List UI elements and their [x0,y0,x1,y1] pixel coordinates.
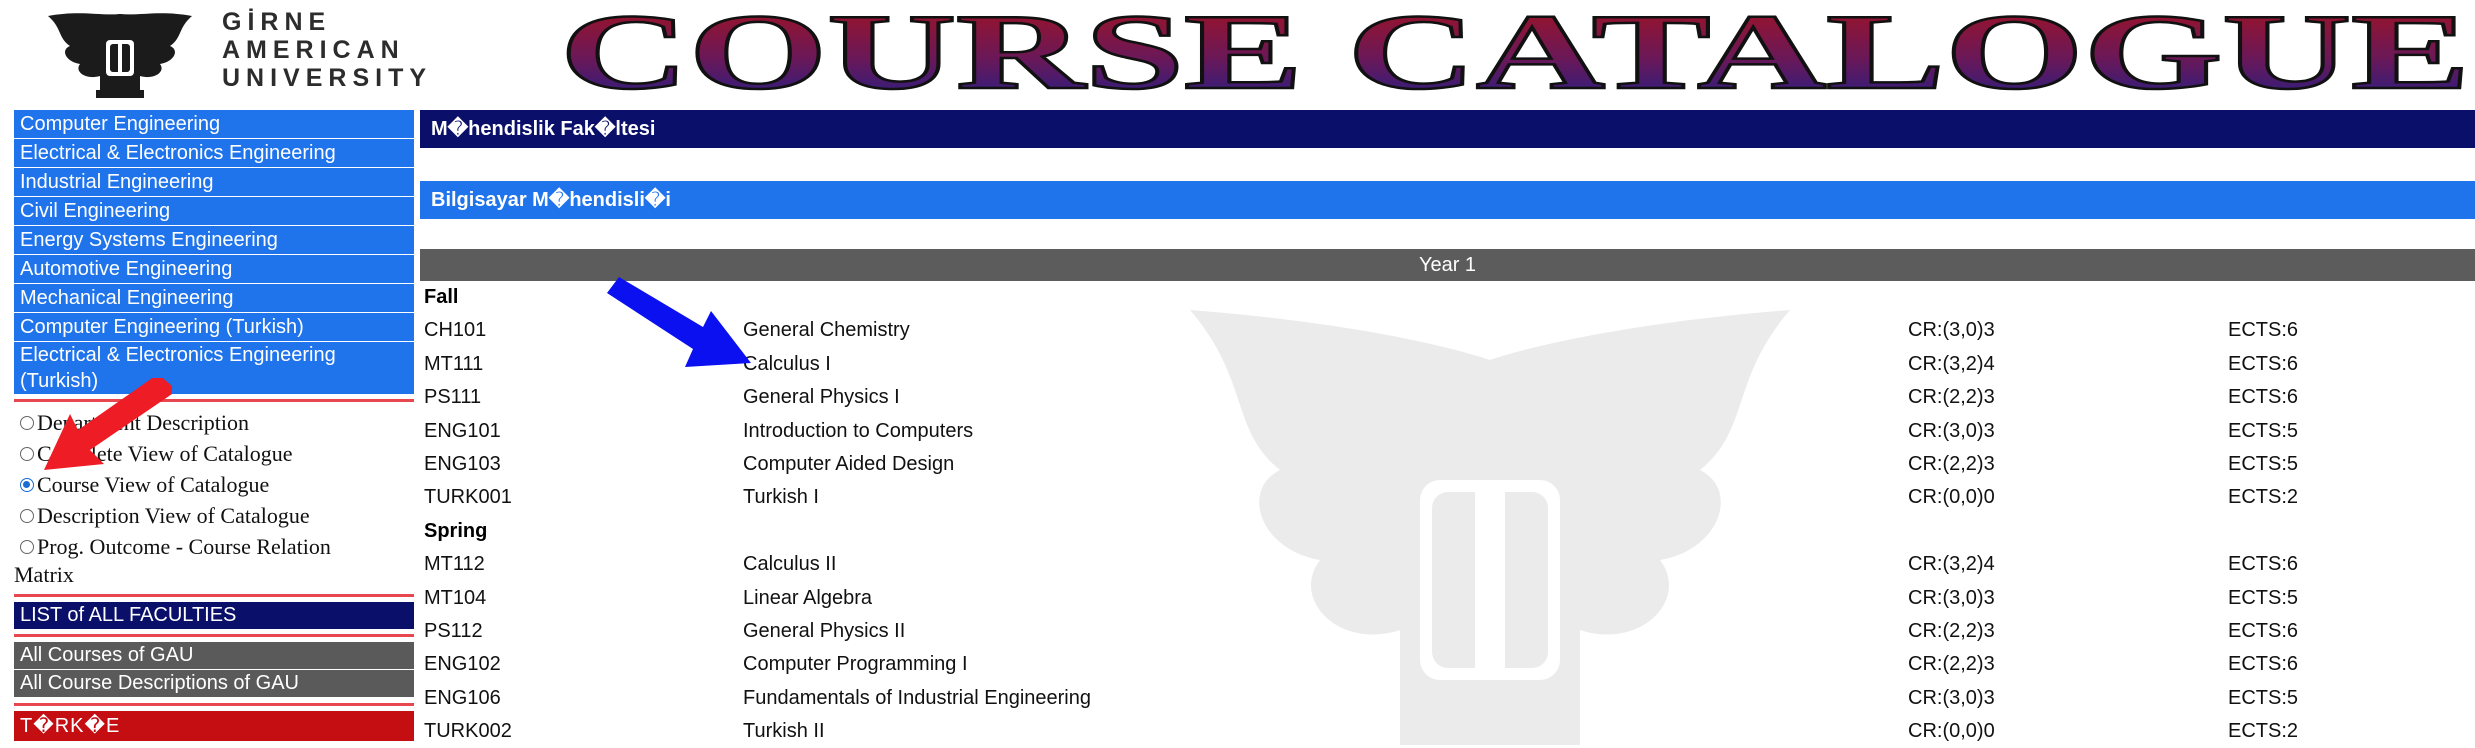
course-code: ENG101 [424,419,501,442]
view-option-label: Prog. Outcome - Course Relation [37,534,331,559]
divider [14,703,414,706]
course-name: Computer Programming I [743,653,968,676]
course-code: ENG102 [424,653,501,676]
course-ects: ECTS:5 [2228,686,2299,709]
course-name: General Physics I [743,386,900,409]
department-list: Computer Engineering Electrical & Electr… [14,110,414,395]
all-courses-link[interactable]: All Courses of GAU [14,642,414,670]
course-credits: CR:(3,0)3 [1908,686,1995,709]
list-all-faculties-link[interactable]: LIST of ALL FACULTIES [14,602,414,629]
radio-checked-icon[interactable] [20,477,34,492]
course-row: TURK001 Turkish I CR:(0,0)0 ECTS:2 [420,481,2475,514]
course-name: Introduction to Computers [743,419,974,442]
course-credits: CR:(3,0)3 [1908,319,1995,342]
course-code: MT112 [424,553,485,576]
course-name: General Physics II [743,619,906,642]
course-row: PS112 General Physics II CR:(2,2)3 ECTS:6 [420,615,2475,648]
course-ects: ECTS:2 [2228,720,2299,743]
course-credits: CR:(3,0)3 [1908,586,1995,609]
course-ects: ECTS:6 [2228,653,2299,676]
sidebar-item-industrial-engineering[interactable]: Industrial Engineering [14,168,414,197]
course-name: Calculus I [743,352,831,375]
divider [14,634,414,637]
radio-unchecked-icon[interactable] [20,508,34,523]
view-option-outcome-matrix[interactable]: Prog. Outcome - Course Relation [14,531,414,562]
course-ects: ECTS:6 [2228,319,2299,342]
blue-arrow-icon [607,277,751,367]
course-row: PS111 General Physics I CR:(2,2)3 ECTS:6 [420,381,2475,414]
department-title: Bilgisayar M�hendisli�i [420,181,2475,219]
course-row: ENG101 Introduction to Computers CR:(3,0)3… [420,415,2475,448]
divider [14,594,414,597]
course-credits: CR:(0,0)0 [1908,720,1995,743]
sidebar-item-electrical-electronics-engineering[interactable]: Electrical & Electronics Engineering [14,139,414,168]
course-credits: CR:(3,2)4 [1908,553,1995,576]
course-catalogue-banner: COURSE CATALOGUE [560,0,2471,100]
course-code: TURK001 [424,486,512,509]
course-code: TURK002 [424,720,512,743]
course-credits: CR:(2,2)3 [1908,619,1995,642]
course-row: TURK002 Turkish II CR:(0,0)0 ECTS:2 [420,715,2475,748]
radio-unchecked-icon[interactable] [20,446,34,461]
catalogue-content: M�hendislik Fak�ltesi Bilgisayar M�hendi… [420,110,2475,281]
course-code: MT111 [424,352,484,375]
course-code: MT104 [424,586,487,609]
university-name-line: AMERICAN [222,36,405,64]
course-ects: ECTS:5 [2228,419,2299,442]
course-name: Turkish II [743,720,825,743]
semester-heading: Spring [424,519,488,542]
course-row: ENG106 Fundamentals of Industrial Enginee… [420,682,2475,715]
course-row: MT104 Linear Algebra CR:(3,0)3 ECTS:5 [420,582,2475,615]
sidebar-item-energy-systems-engineering[interactable]: Energy Systems Engineering [14,226,414,255]
course-name: Computer Aided Design [743,452,955,475]
course-name: Linear Algebra [743,586,872,609]
page-header: GİRNE AMERICAN UNIVERSITY COURSE CATALOG… [0,0,2475,106]
radio-unchecked-icon[interactable] [20,539,34,554]
course-row: ENG102 Computer Programming I CR:(2,2)3 ECT… [420,648,2475,681]
course-ects: ECTS:5 [2228,586,2299,609]
course-credits: CR:(2,2)3 [1908,452,1995,475]
language-toggle-link[interactable]: T�RK�E [14,711,414,741]
course-name: Calculus II [743,553,837,576]
course-row: ENG103 Computer Aided Design CR:(2,2)3 ECTS… [420,448,2475,481]
course-credits: CR:(3,2)4 [1908,352,1995,375]
course-credits: CR:(2,2)3 [1908,386,1995,409]
banner-title: COURSE CATALOGUE [560,0,2470,100]
view-option-label: Description View of Catalogue [37,503,310,528]
view-option-label-continued: Matrix [14,562,74,587]
course-name: Fundamentals of Industrial Engineering [743,686,1091,709]
red-arrow-icon [44,378,172,470]
course-name: General Chemistry [743,319,910,342]
course-credits: CR:(2,2)3 [1908,653,1995,676]
radio-unchecked-icon[interactable] [20,415,34,430]
course-ects: ECTS:2 [2228,486,2299,509]
sidebar-item-computer-engineering-turkish[interactable]: Computer Engineering (Turkish) [14,313,414,342]
university-name: GİRNE AMERICAN UNIVERSITY [222,8,432,92]
sidebar-item-civil-engineering[interactable]: Civil Engineering [14,197,414,226]
university-name-line: GİRNE [222,8,332,36]
course-name: Turkish I [743,486,819,509]
course-ects: ECTS:6 [2228,386,2299,409]
course-code: PS112 [424,619,483,642]
university-name-line: UNIVERSITY [222,64,433,92]
course-ects: ECTS:6 [2228,619,2299,642]
sidebar-item-mechanical-engineering[interactable]: Mechanical Engineering [14,284,414,313]
course-code: PS111 [424,386,482,409]
course-code: ENG106 [424,686,501,709]
course-credits: CR:(0,0)0 [1908,486,1995,509]
course-code: ENG103 [424,452,501,475]
course-ects: ECTS:5 [2228,452,2299,475]
view-option-description-view[interactable]: Description View of Catalogue [14,500,414,531]
sidebar-item-automotive-engineering[interactable]: Automotive Engineering [14,255,414,284]
course-ects: ECTS:6 [2228,553,2299,576]
sidebar-item-computer-engineering[interactable]: Computer Engineering [14,110,414,139]
course-row: MT112 Calculus II CR:(3,2)4 ECTS:6 [420,548,2475,581]
course-credits: CR:(3,0)3 [1908,419,1995,442]
course-ects: ECTS:6 [2228,352,2299,375]
faculty-title: M�hendislik Fak�ltesi [420,110,2475,148]
eagle-logo-icon [48,13,192,98]
course-code: CH101 [424,319,487,342]
all-course-descriptions-link[interactable]: All Course Descriptions of GAU [14,670,414,698]
